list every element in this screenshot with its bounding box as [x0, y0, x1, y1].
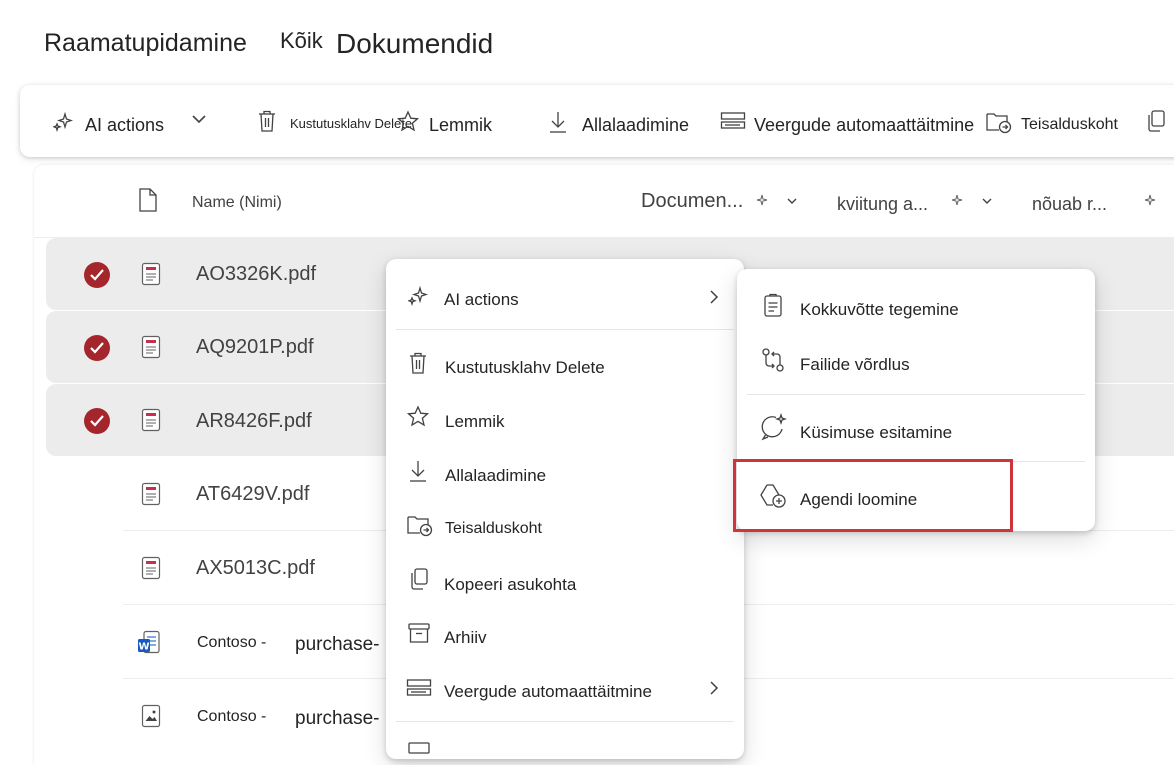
file-name[interactable]: AR8426F.pdf	[196, 410, 312, 433]
highlight-annotation	[733, 459, 1013, 532]
file-name[interactable]: AQ9201P.pdf	[196, 336, 314, 359]
file-name[interactable]: Contoso -	[197, 634, 266, 652]
move-to-folder-icon	[985, 110, 1013, 134]
submenu-ask-question[interactable]: Küsimuse esitamine	[800, 423, 952, 443]
archive-icon	[407, 621, 431, 645]
submenu-compare[interactable]: Failide võrdlus	[800, 355, 910, 375]
star-icon	[396, 110, 420, 132]
chevron-right-icon	[708, 680, 720, 696]
column-header-requires[interactable]: nõuab r...	[1032, 194, 1107, 215]
menu-item-copy-path[interactable]: Kopeeri asukohta	[444, 575, 576, 595]
menu-item-delete[interactable]: Kustutusklahv Delete	[445, 358, 605, 378]
command-toolbar: AI actions Kustutusklahv Delete Lemmik A…	[20, 85, 1174, 157]
svg-text:W: W	[138, 642, 149, 653]
breadcrumb-library[interactable]: Kõik	[280, 28, 323, 54]
toolbar-autofill[interactable]: Veergude automaattäitmine	[754, 115, 974, 136]
selected-check-icon[interactable]	[84, 262, 110, 288]
toolbar-ai-actions[interactable]: AI actions	[85, 115, 164, 136]
toolbar-delete[interactable]: Kustutusklahv Delete	[290, 116, 412, 131]
menu-item-download[interactable]: Allalaadimine	[445, 466, 546, 486]
autofill-sparkle-icon	[1143, 194, 1157, 208]
copy-icon	[407, 567, 431, 591]
pdf-file-icon	[141, 335, 161, 359]
pdf-file-icon	[141, 482, 161, 506]
chevron-down-icon[interactable]	[981, 196, 993, 206]
move-to-folder-icon	[406, 513, 434, 537]
chevron-right-icon	[708, 289, 720, 305]
sparkle-icon	[408, 286, 430, 306]
file-name-suffix[interactable]: purchase-	[295, 634, 380, 656]
breadcrumb-root[interactable]: Raamatupidamine	[44, 29, 247, 58]
pdf-file-icon	[141, 408, 161, 432]
star-icon	[406, 405, 430, 427]
pdf-file-icon	[141, 262, 161, 286]
column-header-receipt[interactable]: kviitung a...	[837, 194, 928, 215]
autofill-sparkle-icon	[755, 194, 769, 208]
toolbar-move-to[interactable]: Teisalduskoht	[1021, 116, 1118, 134]
file-name[interactable]: AO3326K.pdf	[196, 263, 316, 286]
column-header-name[interactable]: Name (Nimi)	[192, 194, 282, 212]
download-icon	[408, 459, 428, 483]
word-file-icon: W	[137, 630, 161, 656]
menu-item-favorite[interactable]: Lemmik	[445, 412, 505, 432]
menu-divider	[396, 329, 734, 330]
menu-item-autofill[interactable]: Veergude automaattäitmine	[444, 682, 652, 702]
compare-files-icon	[760, 347, 786, 373]
ask-question-icon	[760, 413, 788, 441]
chevron-down-icon[interactable]	[786, 196, 798, 206]
selected-check-icon[interactable]	[84, 335, 110, 361]
menu-item-ai-actions[interactable]: AI actions	[444, 290, 519, 310]
copy-icon[interactable]	[1144, 109, 1168, 133]
page-title: Dokumendid	[336, 28, 494, 59]
file-name[interactable]: AT6429V.pdf	[196, 483, 309, 506]
file-name-suffix[interactable]: purchase-	[295, 708, 380, 730]
column-header-document[interactable]: Documen...	[641, 190, 743, 213]
trash-icon	[408, 351, 428, 375]
file-type-header-icon	[137, 187, 159, 213]
context-menu: AI actions Kustutusklahv Delete Lemmik A…	[386, 259, 744, 759]
menu-divider	[747, 394, 1085, 395]
sparkle-icon	[53, 112, 75, 132]
menu-item-archive[interactable]: Arhiiv	[444, 628, 487, 648]
toolbar-download[interactable]: Allalaadimine	[582, 115, 689, 136]
trash-icon	[257, 109, 277, 133]
summary-icon	[763, 293, 783, 319]
file-name[interactable]: AX5013C.pdf	[196, 557, 315, 580]
file-name[interactable]: Contoso -	[197, 708, 266, 726]
autofill-sparkle-icon	[950, 194, 964, 208]
submenu-summarize[interactable]: Kokkuvõtte tegemine	[800, 300, 959, 320]
image-file-icon	[141, 704, 161, 728]
more-item-icon	[408, 741, 432, 755]
toolbar-favorite[interactable]: Lemmik	[429, 115, 492, 136]
menu-divider	[396, 721, 734, 722]
chevron-down-icon[interactable]	[191, 113, 207, 125]
download-icon	[548, 110, 568, 134]
selected-check-icon[interactable]	[84, 408, 110, 434]
pdf-file-icon	[141, 556, 161, 580]
menu-item-move-to[interactable]: Teisalduskoht	[445, 520, 542, 538]
autofill-columns-icon	[720, 111, 746, 131]
autofill-columns-icon	[406, 678, 432, 698]
